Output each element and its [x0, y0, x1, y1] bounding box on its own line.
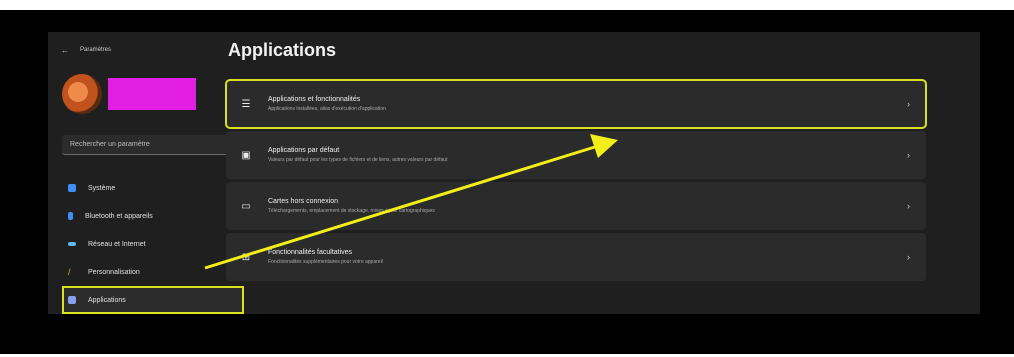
apps-icon: [68, 296, 76, 304]
window-title: Paramètres: [80, 47, 112, 53]
default-apps-icon: ▣: [241, 149, 251, 161]
top-border: [0, 0, 1014, 10]
monitor-icon: [68, 184, 76, 192]
chevron-right-icon: ›: [907, 99, 910, 109]
card-subtitle: Téléchargements, emplacement de stockage…: [268, 208, 435, 214]
sidebar-item-applications[interactable]: Applications: [62, 286, 244, 314]
card-subtitle: Valeurs par défaut pour les types de fic…: [268, 157, 448, 163]
card-fonctionnalites-facultatives[interactable]: ⊞ Fonctionnalités facultatives Fonctionn…: [226, 233, 926, 281]
grid-plus-icon: ⊞: [241, 251, 251, 263]
chevron-right-icon: ›: [907, 150, 910, 160]
search-placeholder: Rechercher un paramètre: [70, 141, 150, 148]
back-arrow-icon[interactable]: ←: [60, 45, 70, 55]
card-subtitle: Applications installées, alias d'exécuti…: [268, 106, 386, 112]
sidebar-nav: Système Bluetooth et appareils Réseau et…: [62, 174, 244, 314]
card-cartes-hors-connexion[interactable]: ▭ Cartes hors connexion Téléchargements,…: [226, 182, 926, 230]
card-applications-par-defaut[interactable]: ▣ Applications par défaut Valeurs par dé…: [226, 131, 926, 179]
sidebar-item-bluetooth[interactable]: Bluetooth et appareils: [62, 202, 244, 230]
card-title: Fonctionnalités facultatives: [268, 249, 353, 256]
card-title: Applications par défaut: [268, 147, 340, 154]
page-title: Applications: [228, 40, 337, 60]
search-input[interactable]: Rechercher un paramètre ⌕: [62, 135, 244, 155]
sidebar-item-label: Applications: [88, 296, 126, 304]
settings-cards: ☰ Applications et fonctionnalités Applic…: [225, 79, 927, 284]
chevron-right-icon: ›: [907, 252, 910, 262]
card-title: Cartes hors connexion: [268, 198, 339, 205]
sidebar-item-reseau[interactable]: Réseau et Internet: [62, 230, 244, 258]
sidebar-item-systeme[interactable]: Système: [62, 174, 244, 202]
map-icon: ▭: [241, 200, 251, 212]
sidebar-item-label: Personnalisation: [88, 268, 140, 276]
card-title: Applications et fonctionnalités: [268, 96, 361, 103]
wifi-icon: [68, 242, 76, 246]
card-applications-fonctionnalites[interactable]: ☰ Applications et fonctionnalités Applic…: [225, 79, 927, 129]
sidebar-item-label: Système: [88, 184, 116, 192]
chevron-right-icon: ›: [907, 201, 910, 211]
titlebar: ← Paramètres: [60, 42, 111, 58]
pen-icon: /: [68, 267, 71, 277]
bluetooth-icon: [68, 212, 73, 220]
card-subtitle: Fonctionnalités supplémentaires pour vot…: [268, 259, 383, 265]
sidebar-item-label: Réseau et Internet: [88, 240, 146, 248]
avatar: [62, 74, 102, 114]
sidebar-item-personnalisation[interactable]: / Personnalisation: [62, 258, 244, 286]
sidebar-item-label: Bluetooth et appareils: [85, 212, 153, 220]
list-icon: ☰: [241, 98, 251, 110]
redacted-username: [108, 78, 196, 110]
